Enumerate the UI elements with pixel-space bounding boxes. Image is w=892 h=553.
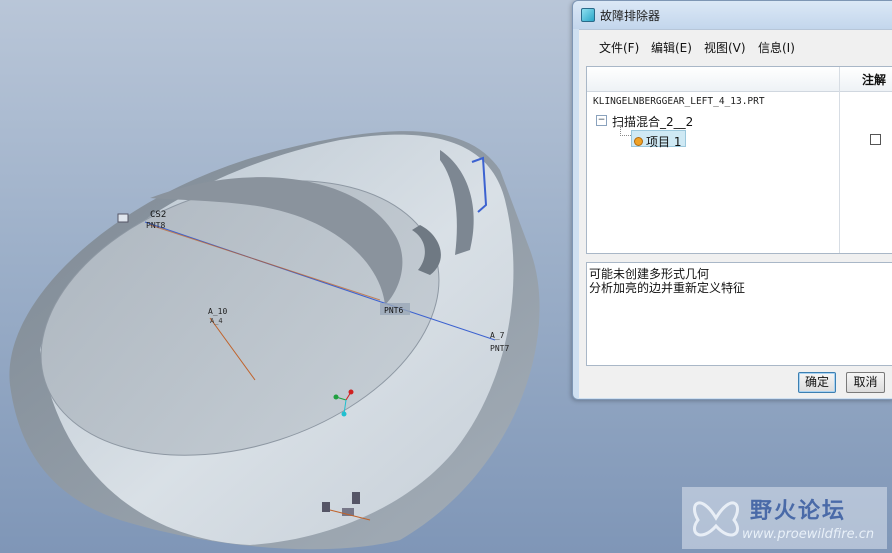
datum-label-cs2: CS2	[150, 210, 166, 220]
tree-header: 注解	[587, 67, 892, 92]
tree-connector-line	[620, 127, 631, 136]
tree-item-selected[interactable]: 项目 1	[631, 130, 687, 149]
column-header-notes[interactable]: 注解	[862, 71, 886, 88]
troubleshoot-tree[interactable]: 注解 KLINGELNBERGGEAR_LEFT_4_13.PRT − 扫描混合…	[586, 66, 892, 254]
butterfly-logo-icon	[693, 501, 739, 537]
watermark-url: www.proewildfire.cn	[742, 527, 875, 542]
datum-label-pnt6[interactable]: PNT6	[384, 306, 403, 315]
note-checkbox[interactable]	[870, 134, 881, 145]
datum-label-pnt7[interactable]: PNT7	[490, 344, 509, 353]
dialog-titlebar[interactable]: 故障排除器	[573, 1, 892, 29]
app-icon	[581, 8, 595, 22]
troubleshooter-dialog: 故障排除器 文件(F) 编辑(E) 视图(V) 信息(I) 注解 KLINGEL…	[572, 0, 892, 400]
datum-label-a10[interactable]: A_10	[208, 307, 227, 316]
tree-root-filename[interactable]: KLINGELNBERGGEAR_LEFT_4_13.PRT	[593, 96, 765, 107]
forum-watermark: 野火论坛 www.proewildfire.cn	[682, 487, 887, 549]
message-area[interactable]: 可能未创建多形式几何 分析加亮的边并重新定义特征	[586, 262, 892, 366]
menubar: 文件(F) 编辑(E) 视图(V) 信息(I)	[579, 30, 892, 60]
ok-button[interactable]: 确定	[798, 372, 836, 393]
dialog-body: 文件(F) 编辑(E) 视图(V) 信息(I) 注解 KLINGELNBERGG…	[579, 29, 892, 398]
menu-view[interactable]: 视图(V)	[704, 39, 746, 56]
menu-info[interactable]: 信息(I)	[758, 39, 795, 56]
message-line: 分析加亮的边并重新定义特征	[589, 281, 746, 295]
collapse-icon[interactable]: −	[596, 115, 607, 126]
datum-label-a7[interactable]: A_7	[490, 331, 505, 340]
tree-item-label: 项目 1	[646, 135, 682, 149]
menu-file[interactable]: 文件(F)	[599, 39, 639, 56]
datum-label-pnt8[interactable]: PNT8	[146, 221, 165, 230]
menu-edit[interactable]: 编辑(E)	[651, 39, 692, 56]
status-dot-icon	[634, 137, 643, 146]
watermark-title: 野火论坛	[750, 499, 847, 524]
datum-label-a4[interactable]: A_4	[210, 317, 223, 325]
column-divider[interactable]	[839, 67, 840, 253]
cancel-button[interactable]: 取消	[846, 372, 885, 393]
dialog-title: 故障排除器	[600, 9, 661, 23]
